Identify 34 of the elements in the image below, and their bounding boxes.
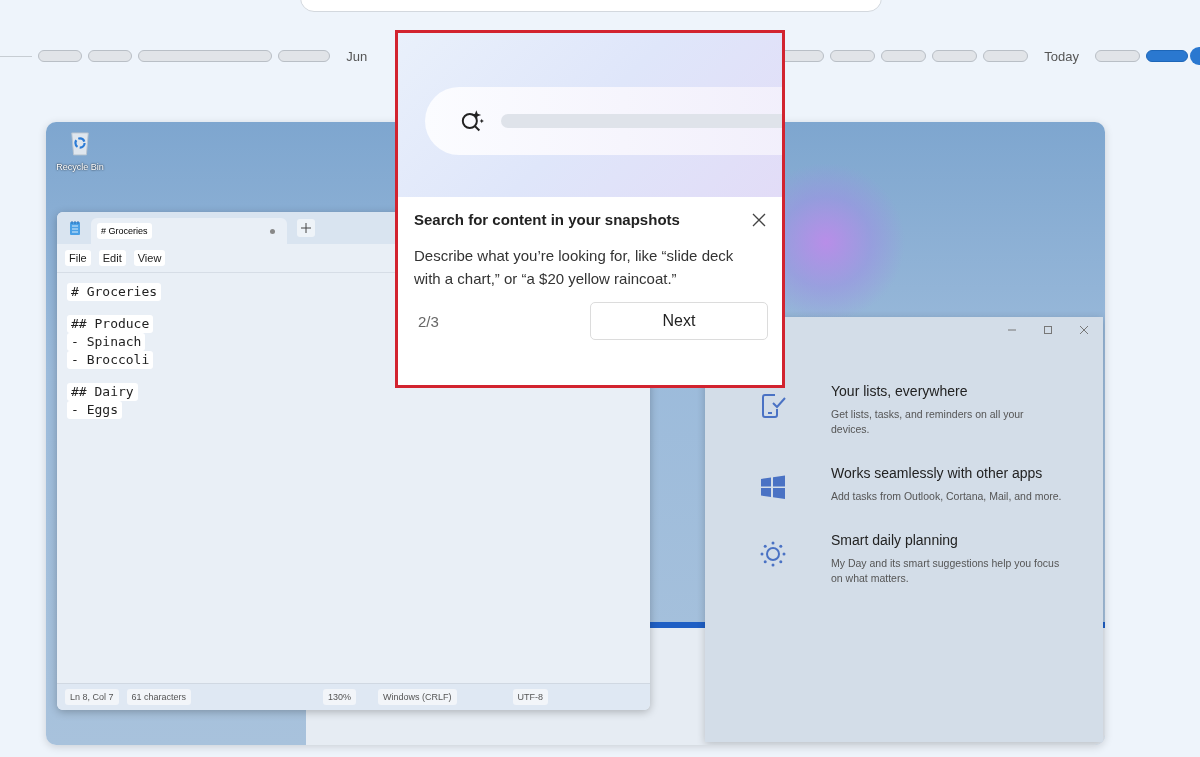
status-item: Ln 8, Col 7: [65, 689, 119, 705]
timeline-thumb[interactable]: [1190, 47, 1200, 65]
windows-logo-icon: [759, 473, 787, 501]
status-item: 61 characters: [126, 689, 192, 705]
feature-title: Works seamlessly with other apps: [831, 464, 1044, 483]
next-button[interactable]: Next: [590, 302, 768, 340]
feature-title: Smart daily planning: [831, 531, 959, 550]
timeline-current-segment[interactable]: [1146, 50, 1188, 62]
menu-item[interactable]: View: [133, 250, 166, 266]
menu-item[interactable]: File: [65, 250, 91, 266]
menu-item[interactable]: Edit: [98, 250, 126, 266]
sun-icon: [759, 540, 787, 568]
desktop-icon-label: Recycle Bin: [56, 162, 104, 172]
timeline-date-label: Today: [1044, 48, 1079, 64]
close-icon[interactable]: [752, 212, 766, 227]
feature-description: My Day and its smart suggestions help you focus on what matters.: [831, 556, 1061, 586]
feature-description: Get lists, tasks, and reminders on all your devices.: [831, 407, 1025, 437]
status-item: Windows (CRLF): [378, 689, 457, 705]
status-item: UTF-8: [512, 689, 549, 705]
maximize-icon[interactable]: [1043, 325, 1053, 335]
recycle-bin-icon[interactable]: [69, 130, 91, 156]
tip-description: Describe what you’re looking for, like “slide deck with a chart,” or “a $20 yellow raincoat.”: [414, 246, 735, 289]
notepad-icon: [69, 220, 81, 236]
timeline-date-label: Jun: [346, 48, 368, 64]
tab-title: # Groceries: [97, 223, 152, 239]
new-tab-icon[interactable]: [297, 219, 315, 237]
feature-title: Your lists, everywhere: [831, 382, 969, 401]
tip-title: Search for content in your snapshots: [414, 211, 680, 228]
sparkle-search-icon: [459, 108, 485, 134]
feature-description: Add tasks from Outlook, Cortana, Mail, and more.: [831, 489, 1062, 504]
document-tab[interactable]: # Groceries: [91, 218, 287, 244]
step-counter: 2/3: [418, 312, 439, 330]
phone-check-icon: [759, 391, 787, 419]
status-item: 130%: [323, 689, 357, 705]
